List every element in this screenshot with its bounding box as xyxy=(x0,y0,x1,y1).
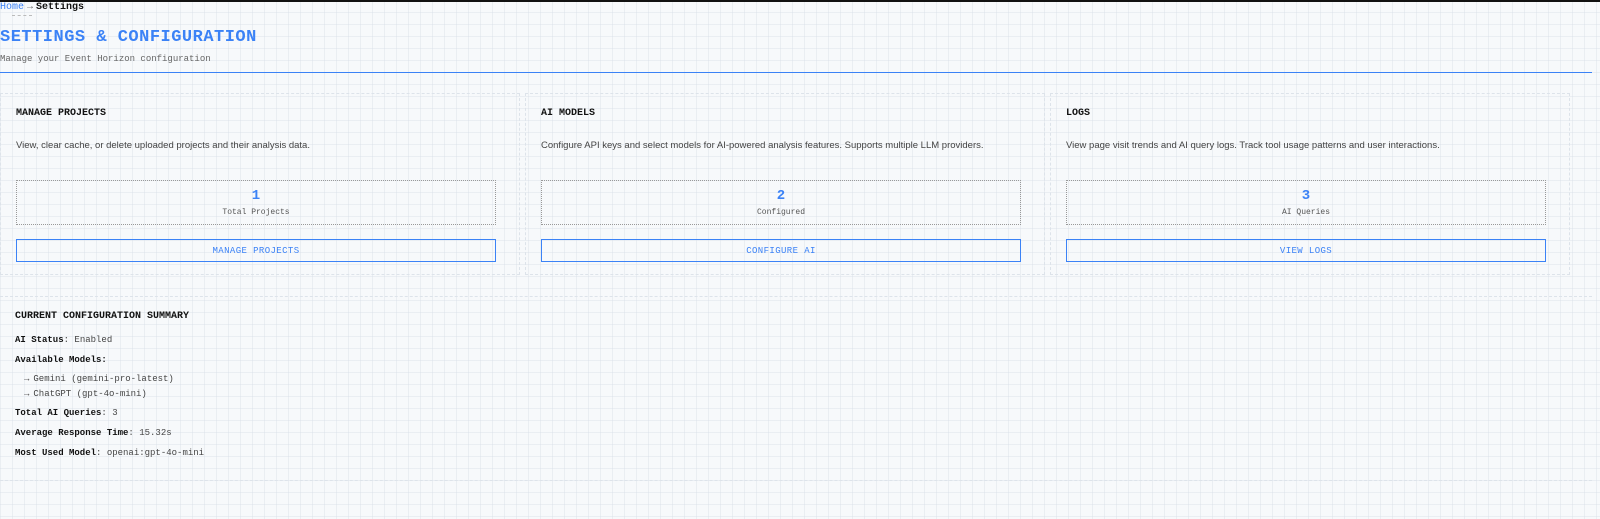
summary-ai-status: AI Status: Enabled xyxy=(15,334,112,346)
summary-colon: : xyxy=(96,448,102,458)
stat-label: Total Projects xyxy=(222,208,290,217)
summary-value: 15.32s xyxy=(139,428,172,438)
page-subtitle: Manage your Event Horizon configuration xyxy=(0,54,211,64)
header-divider xyxy=(0,72,1592,73)
summary-value: Enabled xyxy=(74,335,113,345)
summary-key: Total AI Queries xyxy=(15,408,102,418)
summary-value: openai:gpt-4o-mini xyxy=(106,448,205,458)
manage-projects-button[interactable]: MANAGE PROJECTS xyxy=(16,239,496,262)
summary-total-queries: Total AI Queries: 3 xyxy=(15,407,118,419)
summary-value: 3 xyxy=(112,408,118,418)
card-manage-projects: MANAGE PROJECTS View, clear cache, or de… xyxy=(0,93,520,275)
configure-ai-button[interactable]: CONFIGURE AI xyxy=(541,239,1021,262)
stat-label: Configured xyxy=(756,208,805,217)
card-title: AI MODELS xyxy=(541,108,596,119)
stat-label: AI Queries xyxy=(1281,208,1330,217)
summary-most-used: Most Used Model: openai:gpt-4o-mini xyxy=(15,447,204,459)
breadcrumb: Home → Settings xyxy=(0,2,84,14)
summary-key: Most Used Model xyxy=(15,448,97,458)
summary-models-label: Available Models: xyxy=(15,354,107,366)
stat-value: 3 xyxy=(1301,188,1311,204)
model-list-item: → Gemini (gemini-pro-latest) xyxy=(24,373,174,385)
card-description: View, clear cache, or delete uploaded pr… xyxy=(16,140,310,151)
card-description: Configure API keys and select models for… xyxy=(541,140,984,151)
breadcrumb-decoration xyxy=(12,15,32,16)
stat-value: 1 xyxy=(251,188,261,204)
summary-key: AI Status xyxy=(15,335,64,345)
summary-colon: : xyxy=(101,408,107,418)
stat-value: 2 xyxy=(776,188,786,204)
view-logs-button[interactable]: VIEW LOGS xyxy=(1066,239,1546,262)
model-name: Gemini (gemini-pro-latest) xyxy=(33,374,174,384)
breadcrumb-separator: → xyxy=(27,2,34,13)
card-title: MANAGE PROJECTS xyxy=(16,108,107,119)
stat-box-ai-queries: 3 AI Queries xyxy=(1066,180,1546,225)
page-title: SETTINGS & CONFIGURATION xyxy=(0,28,257,47)
breadcrumb-home-link[interactable]: Home xyxy=(0,2,24,13)
stat-box-configured: 2 Configured xyxy=(541,180,1021,225)
card-logs: LOGS View page visit trends and AI query… xyxy=(1050,93,1570,275)
arrow-right-icon: → xyxy=(24,374,30,384)
breadcrumb-current: Settings xyxy=(36,2,85,13)
model-name: ChatGPT (gpt-4o-mini) xyxy=(33,389,147,399)
arrow-right-icon: → xyxy=(24,389,30,399)
summary-avg-response: Average Response Time: 15.32s xyxy=(15,427,172,439)
summary-colon: : xyxy=(128,428,134,438)
stat-box-total-projects: 1 Total Projects xyxy=(16,180,496,225)
summary-colon: : xyxy=(63,335,70,345)
model-list-item: → ChatGPT (gpt-4o-mini) xyxy=(24,388,147,400)
summary-key: Average Response Time xyxy=(15,428,129,438)
card-title: LOGS xyxy=(1066,108,1091,119)
summary-title: CURRENT CONFIGURATION SUMMARY xyxy=(15,311,190,322)
card-description: View page visit trends and AI query logs… xyxy=(1066,140,1440,151)
configuration-summary: CURRENT CONFIGURATION SUMMARY AI Status:… xyxy=(0,296,1592,481)
summary-key: Available Models: xyxy=(15,355,107,365)
card-ai-models: AI MODELS Configure API keys and select … xyxy=(525,93,1045,275)
